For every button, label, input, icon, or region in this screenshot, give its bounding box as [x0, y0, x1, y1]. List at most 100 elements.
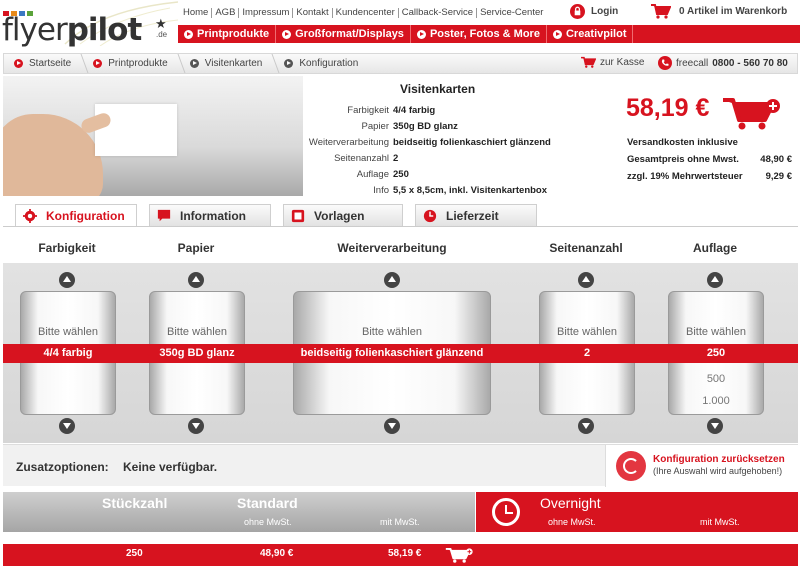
nav-printprodukte[interactable]: Printprodukte	[178, 25, 277, 43]
clock-icon	[492, 498, 520, 526]
auflage-up-button[interactable]	[707, 272, 723, 288]
tab-konfiguration[interactable]: Konfiguration	[15, 204, 137, 226]
picker-option[interactable]: 500	[669, 373, 763, 385]
tab-label: Vorlagen	[314, 208, 365, 223]
spec-value: 350g BD glanz	[393, 120, 458, 132]
toplink-callback[interactable]: Callback-Service	[397, 8, 476, 18]
nav-label: Großformat/Displays	[295, 28, 404, 40]
tab-lieferzeit[interactable]: Lieferzeit	[415, 204, 537, 226]
toplink-impressum[interactable]: Impressum	[238, 8, 292, 18]
toplink-agb[interactable]: AGB	[211, 8, 238, 18]
logo-text-pilot: pilot	[66, 12, 143, 48]
nav-poster[interactable]: Poster, Fotos & More	[411, 25, 547, 43]
overnight-title: Overnight	[540, 495, 601, 511]
extras-label: Zusatzoptionen:	[16, 460, 109, 474]
nav-grossformat[interactable]: Großformat/Displays	[276, 25, 411, 43]
refresh-icon	[616, 451, 646, 481]
auflage-down-button[interactable]	[707, 418, 723, 434]
spec-value: beidseitig folienkaschiert glänzend	[393, 136, 551, 148]
nav-creativpilot[interactable]: Creativpilot	[547, 25, 634, 43]
papier-up-button[interactable]	[188, 272, 204, 288]
tab-vorlagen[interactable]: Vorlagen	[283, 204, 403, 226]
product-summary: Visitenkarten Farbigkeit 4/4 farbig Papi…	[3, 76, 798, 196]
breadcrumb-label: Printprodukte	[108, 58, 168, 69]
farbigkeit-down-button[interactable]	[59, 418, 75, 434]
freecall-label: freecall	[676, 57, 709, 69]
breadcrumb-startseite[interactable]: Startseite	[14, 54, 85, 73]
tab-information[interactable]: Information	[149, 204, 271, 226]
product-image	[3, 76, 303, 196]
picker-option[interactable]: 1.000	[669, 395, 763, 407]
top-links: Home AGB Impressum Kontakt Kundencenter …	[183, 8, 546, 18]
reset-configuration-button[interactable]: Konfiguration zurücksetzen (Ihre Auswahl…	[605, 445, 798, 487]
product-title: Visitenkarten	[400, 82, 476, 96]
reset-title: Konfiguration zurücksetzen	[653, 454, 785, 465]
spec-row: Farbigkeit 4/4 farbig	[303, 102, 603, 118]
seitenanzahl-selected[interactable]: 2	[539, 344, 635, 363]
nav-label: Creativpilot	[565, 28, 627, 40]
breadcrumb-label: Konfiguration	[299, 58, 359, 69]
weiterverarbeitung-selected[interactable]: beidseitig folienkaschiert glänzend	[293, 344, 491, 363]
spec-key: Seitenanzahl	[334, 152, 389, 164]
clock-icon	[423, 209, 437, 222]
nav-label: Printprodukte	[197, 28, 270, 40]
add-to-cart-icon[interactable]	[443, 547, 475, 563]
column-header-weiterverarbeitung: Weiterverarbeitung	[337, 241, 447, 255]
freecall-number: 0800 - 560 70 80	[712, 57, 788, 69]
cart-link[interactable]: 0 Artikel im Warenkorb	[651, 4, 787, 19]
overnight-header[interactable]: Overnight ohne MwSt. mit MwSt.	[476, 492, 798, 532]
spec-row: Seitenanzahl 2	[303, 150, 603, 166]
breadcrumb-bar: Startseite Printprodukte Visitenkarten K…	[3, 53, 798, 74]
picker-placeholder: Bitte wählen	[167, 326, 227, 338]
play-icon	[552, 29, 562, 39]
tab-label: Konfiguration	[46, 208, 125, 223]
reset-subtitle: (Ihre Auswahl wird aufgehoben!)	[653, 466, 783, 476]
toplink-service-center[interactable]: Service-Center	[476, 8, 546, 18]
auflage-selected[interactable]: 250	[668, 344, 764, 363]
vat-label: zzgl. 19% Mehrwertsteuer	[627, 171, 743, 182]
shopping-cart-icon	[651, 4, 671, 19]
breadcrumb-printprodukte[interactable]: Printprodukte	[93, 54, 181, 73]
add-to-cart-icon[interactable]	[721, 96, 781, 130]
net-price-value: 48,90 €	[760, 154, 792, 165]
weiterverarbeitung-up-button[interactable]	[384, 272, 400, 288]
table-row[interactable]: 250 48,90 € 58,19 €	[3, 544, 798, 566]
play-icon	[93, 59, 103, 68]
play-icon	[282, 29, 292, 39]
breadcrumb-visitenkarten[interactable]: Visitenkarten	[189, 54, 277, 73]
tab-bar: Konfiguration Information Vorlagen Liefe…	[15, 204, 537, 226]
column-header-seitenanzahl: Seitenanzahl	[549, 241, 623, 255]
picker-placeholder: Bitte wählen	[557, 326, 617, 338]
spec-key: Info	[373, 184, 389, 196]
cart-label: 0 Artikel im Warenkorb	[679, 6, 788, 17]
toplink-kontakt[interactable]: Kontakt	[292, 8, 331, 18]
seitenanzahl-down-button[interactable]	[578, 418, 594, 434]
extras-value: Keine verfügbar.	[123, 460, 218, 474]
standard-title: Standard	[237, 495, 298, 511]
net-price-label: Gesamtpreis ohne Mwst.	[627, 154, 739, 165]
seitenanzahl-up-button[interactable]	[578, 272, 594, 288]
vat-line: zzgl. 19% Mehrwertsteuer 9,29 €	[627, 168, 792, 185]
play-icon	[189, 59, 199, 68]
spec-row: Weiterverarbeitung beidseitig folienkasc…	[303, 134, 603, 150]
spec-row: Auflage 250	[303, 166, 603, 182]
papier-selected[interactable]: 350g BD glanz	[149, 344, 245, 363]
overnight-net-header: ohne MwSt.	[548, 517, 596, 527]
logo[interactable]: flyerpilot	[2, 12, 143, 48]
standard-gross-header: mit MwSt.	[380, 517, 420, 527]
checkout-link[interactable]: zur Kasse	[581, 56, 644, 69]
spec-key: Weiterverarbeitung	[308, 136, 389, 148]
weiterverarbeitung-down-button[interactable]	[384, 418, 400, 434]
farbigkeit-up-button[interactable]	[59, 272, 75, 288]
standard-net-header: ohne MwSt.	[244, 517, 292, 527]
vat-value: 9,29 €	[765, 171, 792, 182]
shipping-line: Versandkosten inklusive	[627, 134, 792, 151]
site-header: flyerpilot ★ .de Home AGB Impressum Kont…	[0, 0, 800, 46]
papier-down-button[interactable]	[188, 418, 204, 434]
price-table: Stückzahl Standard ohne MwSt. mit MwSt. …	[3, 492, 798, 568]
login-link[interactable]: Login	[570, 4, 618, 19]
picker-placeholder: Bitte wählen	[362, 326, 422, 338]
toplink-kundencenter[interactable]: Kundencenter	[331, 8, 398, 18]
toplink-home[interactable]: Home	[183, 8, 211, 18]
farbigkeit-selected[interactable]: 4/4 farbig	[20, 344, 116, 363]
